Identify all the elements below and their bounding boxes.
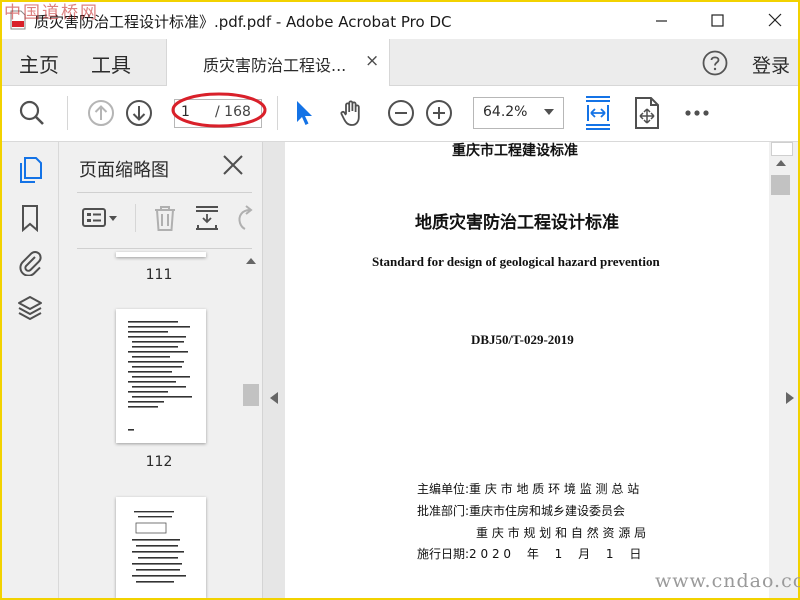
highlight-ellipse: [171, 92, 267, 128]
navigation-rail: [2, 142, 59, 598]
panel-splitter[interactable]: [262, 142, 285, 598]
expand-panel-icon[interactable]: [786, 392, 794, 404]
layers-icon[interactable]: [16, 294, 44, 322]
thumbnail-page[interactable]: [116, 252, 206, 257]
doc-header: 重庆市工程建设标准: [452, 143, 578, 159]
bookmark-icon[interactable]: [16, 204, 44, 232]
watermark-top-left: 中国道桥网: [4, 3, 99, 23]
more-options-icon[interactable]: [682, 98, 712, 128]
scrollbar-thumb[interactable]: [771, 175, 790, 195]
scrollbar-thumb[interactable]: [243, 384, 259, 406]
zoom-out-icon[interactable]: [386, 98, 416, 128]
watermark-bottom-right: www.cndao.com: [655, 570, 800, 592]
doc-title-cn: 地质灾害防治工程设计标准: [415, 213, 619, 233]
panel-title: 页面缩略图: [79, 160, 169, 181]
fit-width-icon[interactable]: [582, 95, 614, 131]
thumbnail-scrollbar[interactable]: [242, 252, 260, 598]
attachment-icon[interactable]: [16, 248, 44, 276]
doc-effective-date: 施行日期:2 0 2 0 年 1 月 1 日: [417, 547, 642, 561]
maximize-button[interactable]: [695, 2, 741, 39]
select-cursor-icon[interactable]: [290, 98, 320, 128]
close-icon[interactable]: [222, 154, 244, 176]
scroll-top-segment: [771, 142, 793, 156]
thumbnail-content: [128, 321, 192, 431]
thumbnail-page-number: 112: [145, 454, 173, 470]
doc-title-en: Standard for design of geological hazard…: [372, 254, 660, 269]
doc-approver: 批准部门:重庆市住房和城乡建设委员会: [417, 504, 626, 518]
thumbnail-page[interactable]: [116, 497, 206, 598]
scroll-up-icon[interactable]: [246, 258, 256, 264]
toolbar: 1 / 168 64.2%: [2, 86, 798, 142]
thumbnail-panel: 页面缩略图 111 112: [59, 142, 262, 598]
document-scrollbar[interactable]: [769, 142, 794, 598]
zoom-in-icon[interactable]: [424, 98, 454, 128]
hand-tool-icon[interactable]: [337, 98, 367, 128]
previous-page-icon[interactable]: [86, 98, 116, 128]
login-link[interactable]: 登录: [752, 51, 790, 78]
doc-editor: 主编单位:重 庆 市 地 质 环 境 监 测 总 站: [417, 482, 640, 496]
tab-close-icon[interactable]: ×: [365, 51, 379, 71]
zoom-dropdown[interactable]: 64.2%: [473, 97, 564, 129]
tab-bar: 主页 工具 质灾害防治工程设... × 登录: [2, 39, 798, 86]
document-tab-label: 质灾害防治工程设...: [203, 56, 347, 75]
app-window: 质灾害防治工程设计标准》.pdf.pdf - Adobe Acrobat Pro…: [0, 0, 800, 600]
rotate-icon[interactable]: [233, 204, 255, 232]
close-window-button[interactable]: [752, 2, 798, 39]
title-bar: 质灾害防治工程设计标准》.pdf.pdf - Adobe Acrobat Pro…: [2, 2, 798, 39]
trash-icon[interactable]: [151, 204, 179, 232]
nav-home[interactable]: 主页: [19, 49, 59, 78]
collapse-panel-icon[interactable]: [270, 392, 278, 404]
panel-divider: [77, 192, 252, 193]
scroll-up-icon[interactable]: [776, 160, 786, 166]
page-thumbnails-icon[interactable]: [16, 156, 44, 184]
insert-page-icon[interactable]: [193, 204, 221, 232]
doc-code: DBJ50/T-029-2019: [471, 332, 574, 347]
search-icon[interactable]: [17, 98, 47, 128]
help-icon[interactable]: [702, 50, 728, 76]
panel-tool-divider: [135, 204, 136, 232]
panel-divider: [77, 248, 252, 249]
toolbar-divider: [277, 96, 278, 130]
zoom-value: 64.2%: [483, 104, 528, 120]
doc-approver-second: 重 庆 市 规 划 和 自 然 资 源 局: [476, 526, 647, 540]
document-tab[interactable]: 质灾害防治工程设... ×: [166, 39, 390, 86]
chevron-down-icon: [544, 109, 554, 115]
page-extract-icon[interactable]: [632, 96, 662, 130]
thumbnail-options-icon[interactable]: [81, 204, 119, 232]
thumbnail-content: [132, 511, 186, 583]
thumbnail-page-number: 111: [145, 267, 173, 283]
minimize-button[interactable]: [638, 2, 684, 39]
document-page: 重庆市工程建设标准 地质灾害防治工程设计标准 Standard for desi…: [285, 142, 769, 598]
next-page-icon[interactable]: [124, 98, 154, 128]
nav-tools[interactable]: 工具: [91, 49, 131, 78]
thumbnail-page[interactable]: [116, 309, 206, 443]
toolbar-divider: [67, 96, 68, 130]
